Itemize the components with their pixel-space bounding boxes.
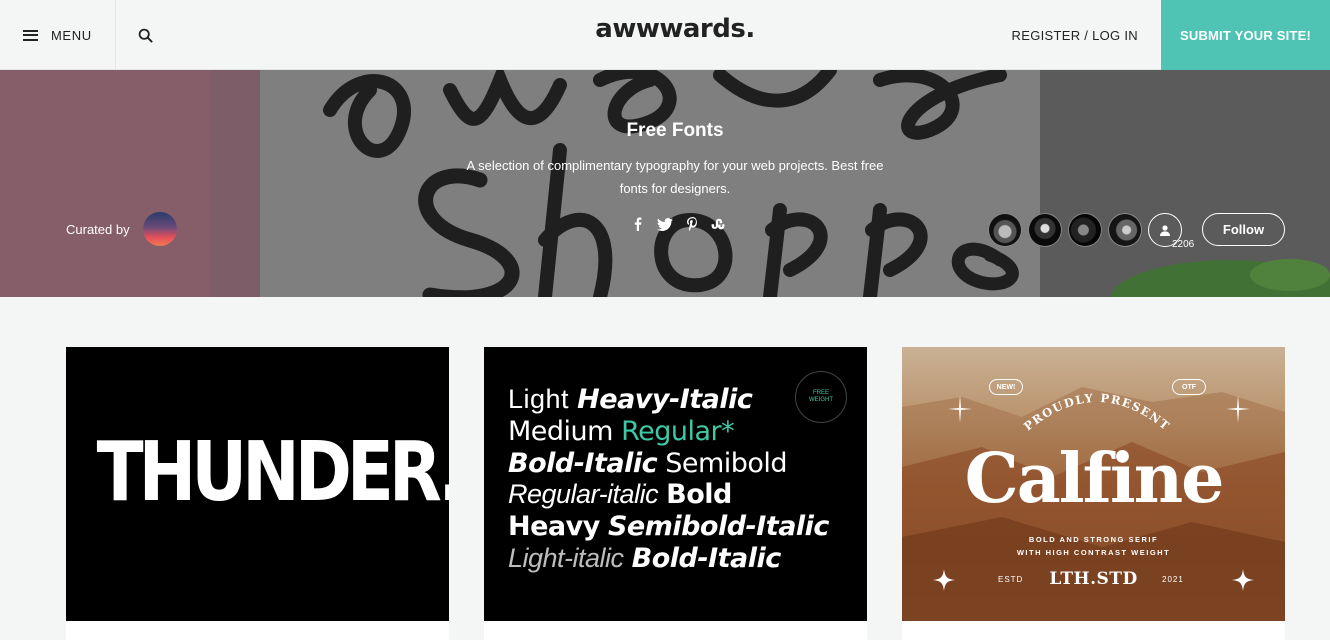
specimen-word: Regular-italic — [508, 479, 659, 510]
followers-list: 2206 — [988, 213, 1194, 250]
badge-line-2: WEIGHT — [809, 397, 833, 403]
lth-std-label: LTH.STD — [1049, 569, 1138, 589]
curator-block: Curated by — [66, 212, 177, 246]
font-card-calfine[interactable]: NEW! OTF PROUDLY PRESENT Calfine BOLD AN… — [902, 347, 1285, 640]
specimen-word: Regular* — [621, 415, 735, 447]
specimen-row: Heavy Semibold-Italic — [508, 511, 829, 543]
collection-title: Free Fonts — [626, 120, 724, 141]
subtitle-line-1: BOLD AND STRONG SERIF — [1028, 535, 1159, 544]
sparkle-icon — [948, 395, 972, 423]
thunder-preview-text: THUNDER. — [96, 425, 449, 520]
font-card-thunder[interactable]: THUNDER. — [66, 347, 449, 640]
register-login-link[interactable]: REGISTER / LOG IN — [1012, 0, 1138, 70]
specimen-word: Semibold-Italic — [607, 511, 830, 543]
card-thumbnail[interactable]: NEW! OTF PROUDLY PRESENT Calfine BOLD AN… — [902, 347, 1285, 621]
user-icon — [1160, 224, 1170, 236]
specimen-word: Medium — [508, 415, 613, 447]
twitter-icon[interactable] — [657, 216, 673, 232]
collection-hero: Free Fonts A selection of complimentary … — [0, 70, 1330, 297]
share-links — [630, 216, 727, 232]
arc-text: PROUDLY PRESENT — [1021, 391, 1172, 434]
calfine-title: Calfine — [964, 439, 1225, 519]
svg-text:PROUDLY PRESENT: PROUDLY PRESENT — [1021, 391, 1173, 434]
specimen-word: Heavy-Italic — [577, 384, 753, 415]
follower-avatar[interactable] — [988, 213, 1022, 247]
submit-site-button[interactable]: SUBMIT YOUR SITE! — [1161, 0, 1330, 70]
follower-avatar[interactable] — [1108, 213, 1142, 247]
top-navigation-bar: MENU awwwards. REGISTER / LOG IN SUBMIT … — [0, 0, 1330, 70]
specimen-row: Light-italic Bold-Italic — [508, 543, 829, 575]
calfine-subtitle: BOLD AND STRONG SERIF WITH HIGH CONTRAST… — [902, 533, 1285, 559]
specimen-word: Semibold — [665, 447, 788, 479]
sparkle-icon — [1226, 395, 1250, 423]
card-footer — [484, 621, 867, 640]
description-line-2: fonts for designers. — [619, 181, 731, 196]
specimen-word: Heavy — [508, 511, 600, 543]
curated-by-label: Curated by — [66, 221, 130, 237]
follower-avatar[interactable] — [1028, 213, 1062, 247]
description-line-1: A selection of complimentary typography … — [466, 158, 884, 173]
subtitle-line-2: WITH HIGH CONTRAST WEIGHT — [1016, 548, 1171, 557]
specimen-row: Light Heavy-Italic — [508, 384, 829, 416]
card-footer — [902, 621, 1285, 640]
specimen-word: Bold-Italic — [508, 447, 658, 479]
card-thumbnail[interactable]: THUNDER. — [66, 347, 449, 621]
curator-avatar[interactable] — [142, 212, 177, 246]
specimen-row: Medium Regular* — [508, 416, 829, 448]
font-card-weights[interactable]: Light Heavy-Italic Medium Regular* Bold-… — [484, 347, 867, 640]
specimen-row: Regular-italic Bold — [508, 479, 829, 511]
card-footer — [66, 621, 449, 640]
free-weight-badge: FREE WEIGHT — [795, 371, 847, 423]
follower-count: 2206 — [1172, 239, 1195, 250]
specimen-row: Bold-Italic Semibold — [508, 448, 829, 480]
specimen-word: Bold-Italic — [631, 542, 782, 574]
specimen-word: Light — [508, 384, 570, 414]
follow-button[interactable]: Follow — [1202, 213, 1285, 246]
follower-avatar[interactable] — [1068, 213, 1102, 247]
card-thumbnail[interactable]: Light Heavy-Italic Medium Regular* Bold-… — [484, 347, 867, 621]
specimen-word: Light-italic — [508, 542, 624, 573]
follower-count-button[interactable]: 2206 — [1148, 213, 1194, 250]
weights-specimen: Light Heavy-Italic Medium Regular* Bold-… — [508, 384, 829, 575]
proudly-present-arc: PROUDLY PRESENT — [1021, 391, 1173, 434]
stumbleupon-icon[interactable] — [711, 216, 727, 232]
collection-description: A selection of complimentary typography … — [450, 154, 900, 200]
specimen-word: Bold — [666, 479, 732, 511]
year-label: 2021 — [1162, 575, 1184, 584]
facebook-icon[interactable] — [630, 216, 646, 232]
badge-line-1: FREE — [812, 390, 829, 396]
pinterest-icon[interactable] — [684, 216, 700, 232]
